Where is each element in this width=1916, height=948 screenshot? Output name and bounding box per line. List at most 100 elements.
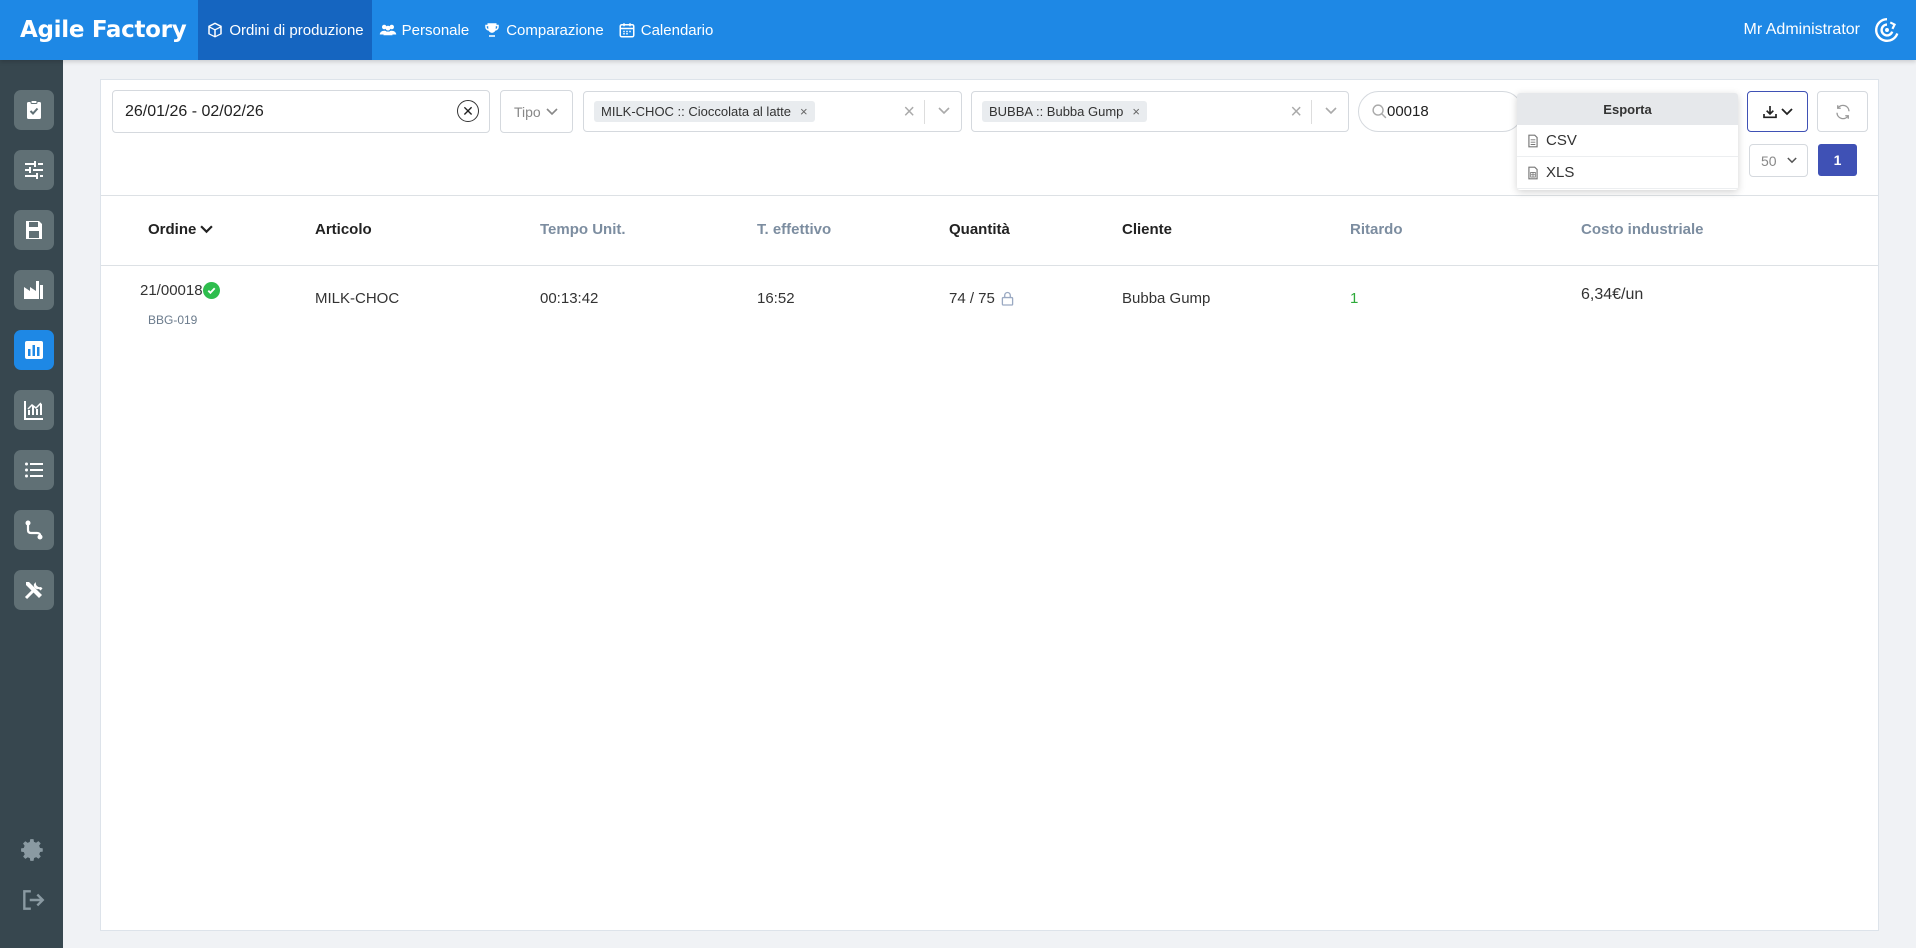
sidebar-item-tasks[interactable]	[14, 90, 54, 130]
column-header-cliente[interactable]: Cliente	[1122, 221, 1172, 238]
logout-icon	[23, 890, 45, 910]
nav-calendario[interactable]: Calendario	[611, 0, 721, 60]
refresh-button[interactable]	[1817, 91, 1868, 132]
page-size-select[interactable]: 50	[1749, 144, 1808, 177]
clear-date-icon[interactable]: ✕	[457, 100, 479, 122]
remove-tag-icon[interactable]: ×	[1132, 104, 1140, 119]
cell-tempo-unit: 00:13:42	[540, 290, 599, 307]
cell-articolo: MILK-CHOC	[315, 290, 400, 307]
chevron-down-icon[interactable]	[937, 104, 951, 118]
cell-t-effettivo: 16:52	[757, 290, 795, 307]
date-range-value: 26/01/26 - 02/02/26	[125, 102, 264, 120]
sidebar-item-routing[interactable]	[14, 510, 54, 550]
trophy-icon	[485, 23, 499, 37]
cell-cliente: Bubba Gump	[1122, 290, 1211, 307]
column-header-ritardo[interactable]: Ritardo	[1350, 221, 1403, 238]
export-button[interactable]	[1747, 91, 1808, 132]
cell-costo-industriale: 6,34€/un	[1581, 286, 1644, 303]
sidebar-item-list[interactable]	[14, 450, 54, 490]
article-select[interactable]: MILK-CHOC :: Cioccolata al latte × ×	[583, 91, 962, 132]
chevron-down-icon	[546, 107, 558, 115]
table-header-divider	[101, 265, 1878, 266]
customer-select[interactable]: BUBBA :: Bubba Gump × ×	[971, 91, 1349, 132]
box-icon	[208, 22, 223, 38]
chevron-down-icon	[1781, 107, 1793, 115]
sidebar-item-logout[interactable]	[18, 885, 48, 915]
save-icon	[26, 221, 42, 239]
sidebar-item-analytics[interactable]	[14, 390, 54, 430]
option-label: CSV	[1546, 132, 1577, 149]
nav-ordini-di-produzione[interactable]: Ordini di produzione	[198, 0, 372, 60]
bar-chart-icon	[25, 341, 43, 359]
column-header-costo-industriale[interactable]: Costo industriale	[1581, 221, 1704, 238]
nav-label: Comparazione	[506, 21, 604, 39]
clear-icon[interactable]: ×	[903, 101, 915, 124]
sidebar-item-settings[interactable]	[18, 835, 48, 865]
order-code: BBG-019	[148, 313, 198, 327]
column-header-t-effettivo[interactable]: T. effettivo	[757, 221, 831, 238]
sidebar-item-factory[interactable]	[14, 270, 54, 310]
search-value: 00018	[1387, 103, 1429, 120]
article-tag-label: MILK-CHOC :: Cioccolata al latte	[601, 104, 792, 119]
lock-icon[interactable]	[1001, 291, 1014, 306]
nav-comparazione[interactable]: Comparazione	[476, 0, 611, 60]
export-dropdown-header: Esporta	[1517, 93, 1738, 125]
remove-tag-icon[interactable]: ×	[800, 104, 808, 119]
cell-ritardo: 1	[1350, 290, 1359, 307]
order-number-link[interactable]: 21/00018	[140, 282, 220, 299]
sliders-icon	[25, 161, 43, 179]
chevron-down-icon[interactable]	[1324, 104, 1338, 118]
search-icon	[1372, 104, 1387, 119]
search-input[interactable]: 00018	[1358, 91, 1523, 132]
users-icon	[379, 24, 396, 36]
column-label: Ordine	[148, 221, 197, 238]
route-icon	[25, 520, 43, 540]
user-menu-icon[interactable]	[1874, 17, 1900, 43]
main-panel: 26/01/26 - 02/02/26 ✕ Tipo MILK-CHOC :: …	[100, 79, 1879, 931]
clipboard-check-icon	[27, 100, 41, 119]
column-header-ordine[interactable]: Ordine	[148, 221, 214, 238]
sidebar-item-save[interactable]	[14, 210, 54, 250]
nav-label: Calendario	[640, 21, 714, 39]
sidebar	[0, 60, 63, 948]
quantity-value: 74 / 75	[949, 290, 995, 307]
sidebar-item-settings-sliders[interactable]	[14, 150, 54, 190]
select-separator	[924, 100, 925, 124]
factory-icon	[24, 281, 43, 299]
list-icon	[25, 462, 43, 478]
page-button-1[interactable]: 1	[1818, 144, 1857, 176]
sort-desc-icon	[200, 225, 214, 234]
page-size-value: 50	[1761, 152, 1777, 169]
nav-label: Personale	[401, 21, 470, 39]
tipo-select[interactable]: Tipo	[500, 90, 573, 133]
column-header-quantita[interactable]: Quantità	[949, 221, 1010, 238]
column-header-articolo[interactable]: Articolo	[315, 221, 372, 238]
select-separator	[1311, 100, 1312, 124]
customer-tag: BUBBA :: Bubba Gump ×	[982, 101, 1147, 122]
sidebar-item-reports[interactable]	[14, 330, 54, 370]
completed-check-icon	[202, 282, 220, 299]
tools-icon	[24, 582, 43, 600]
top-navbar: Agile Factory Ordini di produzione Perso…	[0, 0, 1916, 60]
sidebar-item-tools[interactable]	[14, 570, 54, 610]
refresh-icon	[1835, 104, 1850, 119]
customer-tag-label: BUBBA :: Bubba Gump	[989, 104, 1124, 119]
table-top-divider	[101, 195, 1878, 196]
nav-personale[interactable]: Personale	[372, 0, 477, 60]
user-name[interactable]: Mr Administrator	[1744, 21, 1874, 39]
file-spreadsheet-icon	[1528, 166, 1538, 179]
date-range-input[interactable]: 26/01/26 - 02/02/26 ✕	[112, 90, 490, 133]
export-csv-option[interactable]: CSV	[1517, 125, 1738, 157]
clear-icon[interactable]: ×	[1290, 101, 1302, 124]
brand-logo[interactable]: Agile Factory	[0, 17, 198, 43]
gear-icon	[21, 839, 43, 861]
article-tag: MILK-CHOC :: Cioccolata al latte ×	[594, 101, 815, 122]
order-number: 21/00018	[140, 282, 203, 299]
option-label: XLS	[1546, 164, 1575, 181]
cell-quantita: 74 / 75	[949, 290, 1014, 307]
file-text-icon	[1528, 134, 1538, 147]
nav-label: Ordini di produzione	[229, 21, 364, 39]
column-header-tempo-unit[interactable]: Tempo Unit.	[540, 221, 626, 238]
export-xls-option[interactable]: XLS	[1517, 157, 1738, 189]
download-icon	[1763, 105, 1777, 118]
